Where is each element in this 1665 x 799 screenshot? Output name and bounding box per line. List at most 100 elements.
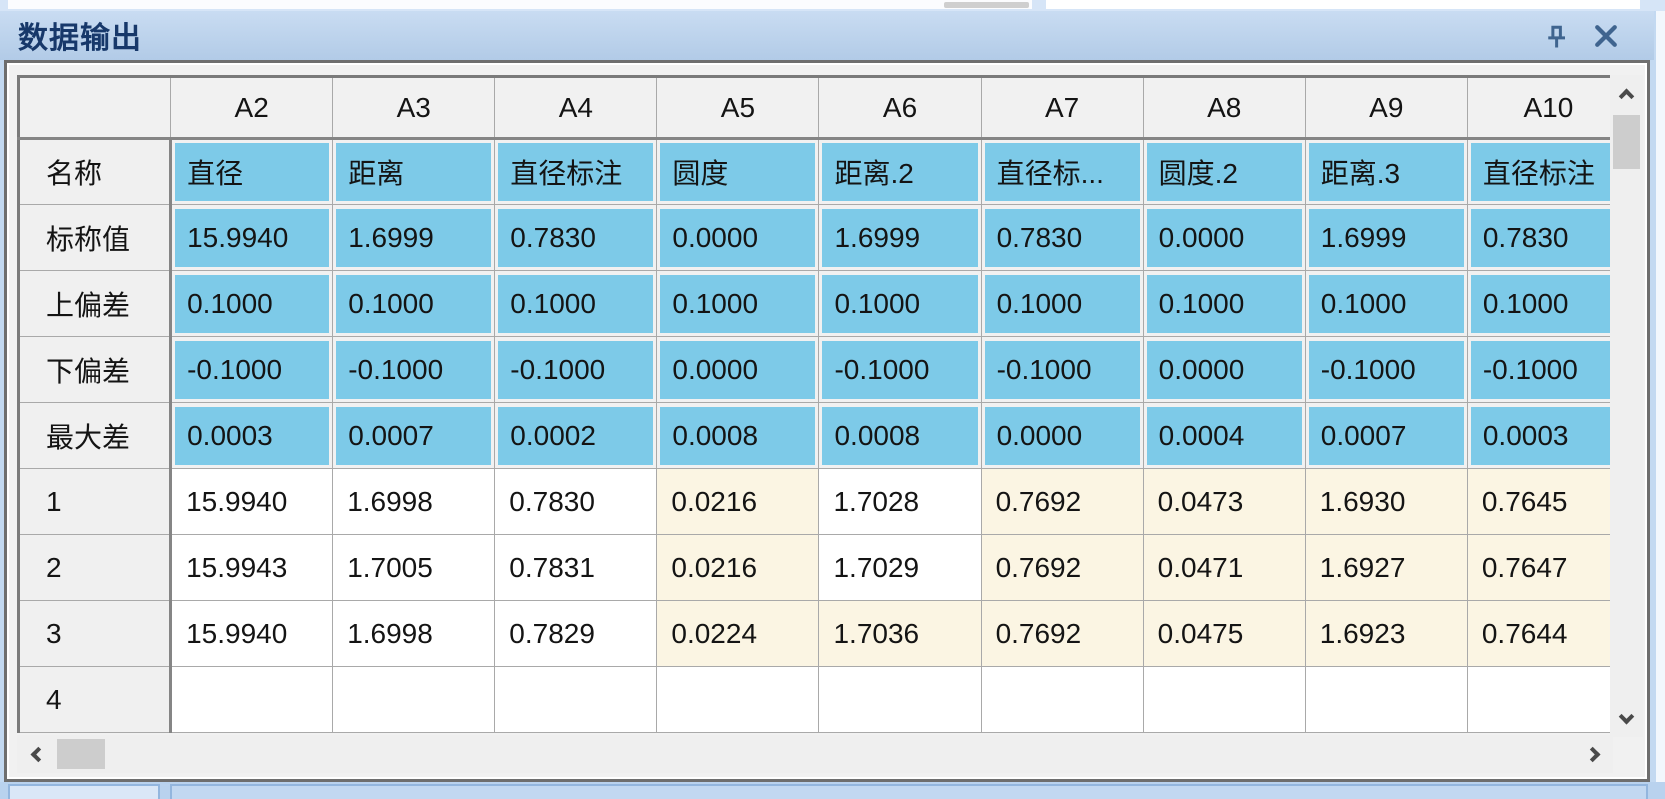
grid-cell[interactable]: 0.1000: [819, 271, 981, 337]
grid-cell[interactable]: [819, 667, 981, 733]
grid-cell[interactable]: 0.7645: [1467, 469, 1613, 535]
grid-cell[interactable]: [495, 667, 657, 733]
column-header-A9[interactable]: A9: [1305, 77, 1467, 139]
grid-cell[interactable]: 0.1000: [981, 271, 1143, 337]
column-header-A3[interactable]: A3: [333, 77, 495, 139]
grid-cell[interactable]: 1.7029: [819, 535, 981, 601]
grid-cell[interactable]: 圆度: [657, 139, 819, 205]
column-header-A5[interactable]: A5: [657, 77, 819, 139]
grid-cell[interactable]: 0.0473: [1143, 469, 1305, 535]
grid-cell[interactable]: 1.6999: [1305, 205, 1467, 271]
scroll-left-button[interactable]: [17, 735, 53, 773]
grid-cell[interactable]: -0.1000: [171, 337, 333, 403]
grid-cell[interactable]: 直径标注: [1467, 139, 1613, 205]
bottom-dock-tab-bar[interactable]: [170, 784, 1648, 799]
grid-cell[interactable]: 0.0007: [333, 403, 495, 469]
grid-cell[interactable]: 0.0003: [1467, 403, 1613, 469]
grid-cell[interactable]: 0.0007: [1305, 403, 1467, 469]
grid-cell[interactable]: 0.0003: [171, 403, 333, 469]
row-label[interactable]: 上偏差: [19, 271, 171, 337]
grid-cell[interactable]: 1.7028: [819, 469, 981, 535]
grid-cell[interactable]: 1.6923: [1305, 601, 1467, 667]
column-header-A8[interactable]: A8: [1143, 77, 1305, 139]
grid-cell[interactable]: 直径标...: [981, 139, 1143, 205]
grid-cell[interactable]: 0.7830: [981, 205, 1143, 271]
grid-cell[interactable]: [981, 667, 1143, 733]
grid-cell[interactable]: 0.0471: [1143, 535, 1305, 601]
horizontal-scroll-thumb[interactable]: [57, 739, 105, 769]
grid-cell[interactable]: 1.6998: [333, 601, 495, 667]
grid-cell[interactable]: 0.7647: [1467, 535, 1613, 601]
horizontal-scrollbar[interactable]: [17, 735, 1613, 773]
grid-cell[interactable]: 0.7829: [495, 601, 657, 667]
grid-cell[interactable]: 1.6999: [819, 205, 981, 271]
grid-cell[interactable]: 15.9940: [171, 601, 333, 667]
grid-cell[interactable]: -0.1000: [1305, 337, 1467, 403]
grid-cell[interactable]: 1.6998: [333, 469, 495, 535]
grid-cell[interactable]: [657, 667, 819, 733]
grid-cell[interactable]: -0.1000: [819, 337, 981, 403]
corner-cell[interactable]: [19, 77, 171, 139]
grid-cell[interactable]: 15.9943: [171, 535, 333, 601]
grid-cell[interactable]: [1305, 667, 1467, 733]
row-label[interactable]: 3: [19, 601, 171, 667]
row-label[interactable]: 1: [19, 469, 171, 535]
grid-cell[interactable]: 0.7831: [495, 535, 657, 601]
grid-cell[interactable]: 1.7036: [819, 601, 981, 667]
grid-cell[interactable]: 0.1000: [171, 271, 333, 337]
grid-cell[interactable]: 0.7692: [981, 469, 1143, 535]
row-label[interactable]: 名称: [19, 139, 171, 205]
row-label[interactable]: 下偏差: [19, 337, 171, 403]
grid-cell[interactable]: -0.1000: [981, 337, 1143, 403]
grid-cell[interactable]: 直径标注: [495, 139, 657, 205]
grid-cell[interactable]: 0.7692: [981, 601, 1143, 667]
row-label[interactable]: 4: [19, 667, 171, 733]
grid-cell[interactable]: 圆度.2: [1143, 139, 1305, 205]
scroll-up-button[interactable]: [1610, 75, 1643, 111]
grid-cell[interactable]: 距离.3: [1305, 139, 1467, 205]
grid-cell[interactable]: 0.0224: [657, 601, 819, 667]
vertical-scrollbar[interactable]: [1610, 75, 1643, 737]
grid-cell[interactable]: 0.1000: [657, 271, 819, 337]
column-header-A7[interactable]: A7: [981, 77, 1143, 139]
grid-cell[interactable]: 距离.2: [819, 139, 981, 205]
grid-cell[interactable]: 1.6999: [333, 205, 495, 271]
row-label[interactable]: 最大差: [19, 403, 171, 469]
grid-cell[interactable]: 0.0000: [1143, 205, 1305, 271]
grid-cell[interactable]: -0.1000: [495, 337, 657, 403]
pin-button[interactable]: [1536, 17, 1576, 55]
grid-cell[interactable]: -0.1000: [333, 337, 495, 403]
grid-cell[interactable]: 0.0000: [981, 403, 1143, 469]
column-header-A4[interactable]: A4: [495, 77, 657, 139]
grid-cell[interactable]: 0.1000: [1467, 271, 1613, 337]
grid-cell[interactable]: 0.1000: [1305, 271, 1467, 337]
grid-cell[interactable]: -0.1000: [1467, 337, 1613, 403]
grid-cell[interactable]: 0.1000: [333, 271, 495, 337]
grid-cell[interactable]: 0.0002: [495, 403, 657, 469]
scroll-down-button[interactable]: [1610, 701, 1643, 737]
column-header-A6[interactable]: A6: [819, 77, 981, 139]
grid-cell[interactable]: [1467, 667, 1613, 733]
bottom-dock-tab-active[interactable]: [8, 784, 160, 799]
grid-cell[interactable]: 0.0216: [657, 469, 819, 535]
grid-cell[interactable]: 0.0000: [657, 205, 819, 271]
grid-cell[interactable]: 0.7692: [981, 535, 1143, 601]
scroll-right-button[interactable]: [1577, 735, 1613, 773]
grid-cell[interactable]: 0.1000: [1143, 271, 1305, 337]
grid-cell[interactable]: 0.7830: [495, 205, 657, 271]
column-header-A2[interactable]: A2: [171, 77, 333, 139]
row-label[interactable]: 标称值: [19, 205, 171, 271]
grid-cell[interactable]: 距离: [333, 139, 495, 205]
dock-titlebar[interactable]: 数据输出: [0, 11, 1654, 60]
grid-cell[interactable]: 0.7830: [495, 469, 657, 535]
grid-cell[interactable]: 0.0000: [1143, 337, 1305, 403]
grid-cell[interactable]: [1143, 667, 1305, 733]
row-label[interactable]: 2: [19, 535, 171, 601]
grid-cell[interactable]: 1.6930: [1305, 469, 1467, 535]
vertical-scroll-thumb[interactable]: [1613, 115, 1640, 169]
grid-cell[interactable]: 0.0475: [1143, 601, 1305, 667]
grid-cell[interactable]: 0.7830: [1467, 205, 1613, 271]
grid-cell[interactable]: 0.7644: [1467, 601, 1613, 667]
mini-scrollbar[interactable]: [944, 2, 1029, 8]
grid-cell[interactable]: 0.0000: [657, 337, 819, 403]
